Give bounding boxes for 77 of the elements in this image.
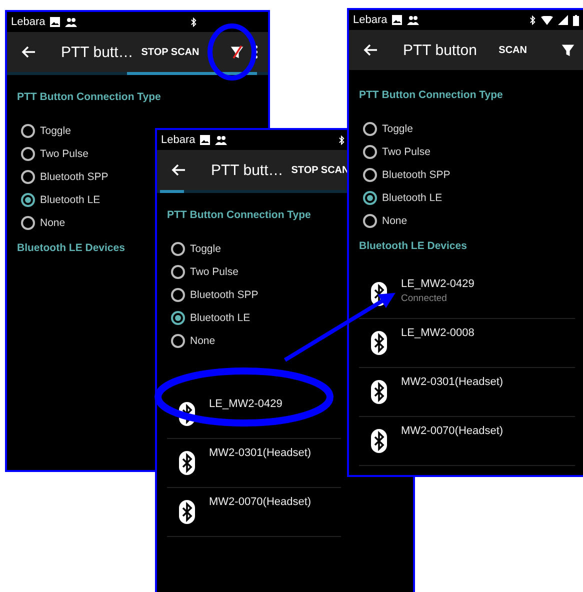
device-name: LE_MW2-0429 xyxy=(401,278,474,290)
radio-button[interactable] xyxy=(363,122,377,136)
device-list-item[interactable]: LE_MW2-0429 xyxy=(167,390,341,439)
device-name: MW2-0070(Headset) xyxy=(209,496,312,508)
radio-button[interactable] xyxy=(363,144,377,158)
people-icon xyxy=(65,17,78,27)
radio-label: None xyxy=(190,334,216,346)
image-icon xyxy=(200,135,210,145)
radio-label: Bluetooth LE xyxy=(40,194,100,206)
radio-button[interactable] xyxy=(171,242,185,256)
device-list-item[interactable]: MW2-0070(Headset) xyxy=(167,488,341,537)
signal-icon xyxy=(558,15,568,25)
radio-button[interactable] xyxy=(171,310,185,324)
radio-label: Two Pulse xyxy=(190,266,238,278)
radio-label: Bluetooth SPP xyxy=(382,168,450,180)
carrier-name: Lebara xyxy=(161,134,196,146)
radio-button[interactable] xyxy=(363,168,377,182)
radio-label: Toggle xyxy=(40,124,71,136)
wifi-icon xyxy=(541,16,553,24)
radio-button[interactable] xyxy=(21,192,35,206)
radio-label: Bluetooth SPP xyxy=(40,170,108,182)
screen-title: PTT butt… xyxy=(211,162,284,178)
carrier-name: Lebara xyxy=(11,16,46,28)
image-icon xyxy=(392,15,402,25)
bluetooth-icon xyxy=(371,429,387,453)
section-heading: Bluetooth LE Devices xyxy=(359,240,467,252)
radio-label: None xyxy=(40,216,66,228)
radio-label: Toggle xyxy=(190,242,221,254)
people-icon xyxy=(215,135,228,145)
radio-label: None xyxy=(382,214,408,226)
bluetooth-icon xyxy=(190,16,197,28)
section-heading: PTT Button Connection Type xyxy=(359,89,503,101)
bluetooth-icon xyxy=(529,14,536,26)
radio-button[interactable] xyxy=(363,190,377,204)
image-icon xyxy=(50,17,60,27)
radio-button[interactable] xyxy=(21,216,35,230)
bluetooth-icon xyxy=(179,451,195,475)
radio-label: Bluetooth LE xyxy=(382,192,442,204)
radio-label: Bluetooth SPP xyxy=(190,288,258,300)
radio-button[interactable] xyxy=(171,334,185,348)
radio-button[interactable] xyxy=(21,170,35,184)
section-heading: Bluetooth LE Devices xyxy=(17,242,125,254)
bluetooth-icon xyxy=(338,134,345,146)
radio-button[interactable] xyxy=(21,146,35,160)
battery-icon xyxy=(573,14,579,26)
radio-button[interactable] xyxy=(363,214,377,228)
device-status: Connected xyxy=(401,293,448,304)
bluetooth-icon xyxy=(371,331,387,355)
screen-title: PTT butt… xyxy=(61,44,134,60)
radio-button[interactable] xyxy=(171,264,185,278)
radio-label: Toggle xyxy=(382,122,413,134)
carrier-name: Lebara xyxy=(353,14,388,26)
device-name: LE_MW2-0008 xyxy=(401,327,474,339)
highlight-ellipse xyxy=(208,24,256,80)
scan-button[interactable]: STOP SCAN xyxy=(139,42,202,62)
device-list-item[interactable]: LE_MW2-0008 xyxy=(359,319,575,368)
device-list-item[interactable]: MW2-0070(Headset) xyxy=(359,417,575,466)
radio-button[interactable] xyxy=(21,124,35,138)
people-icon xyxy=(407,15,420,25)
device-name: MW2-0301(Headset) xyxy=(401,376,504,388)
device-name: MW2-0301(Headset) xyxy=(209,447,312,459)
device-list-item[interactable]: MW2-0301(Headset) xyxy=(359,368,575,417)
more-icon xyxy=(254,45,258,59)
bluetooth-icon xyxy=(179,500,195,524)
section-heading: PTT Button Connection Type xyxy=(167,209,311,221)
bluetooth-icon xyxy=(371,380,387,404)
radio-label: Two Pulse xyxy=(382,146,430,158)
device-name: LE_MW2-0429 xyxy=(209,398,282,410)
radio-button[interactable] xyxy=(171,288,185,302)
screen-title: PTT button xyxy=(403,42,478,58)
section-heading: PTT Button Connection Type xyxy=(17,91,161,103)
radio-label: Two Pulse xyxy=(40,148,88,160)
radio-label: Bluetooth LE xyxy=(190,312,250,324)
device-list-item[interactable]: MW2-0301(Headset) xyxy=(167,439,341,488)
device-name: MW2-0070(Headset) xyxy=(401,425,504,437)
scan-button[interactable]: SCAN xyxy=(496,40,529,60)
device-list-item[interactable]: LE_MW2-0429 Connected xyxy=(359,270,575,319)
